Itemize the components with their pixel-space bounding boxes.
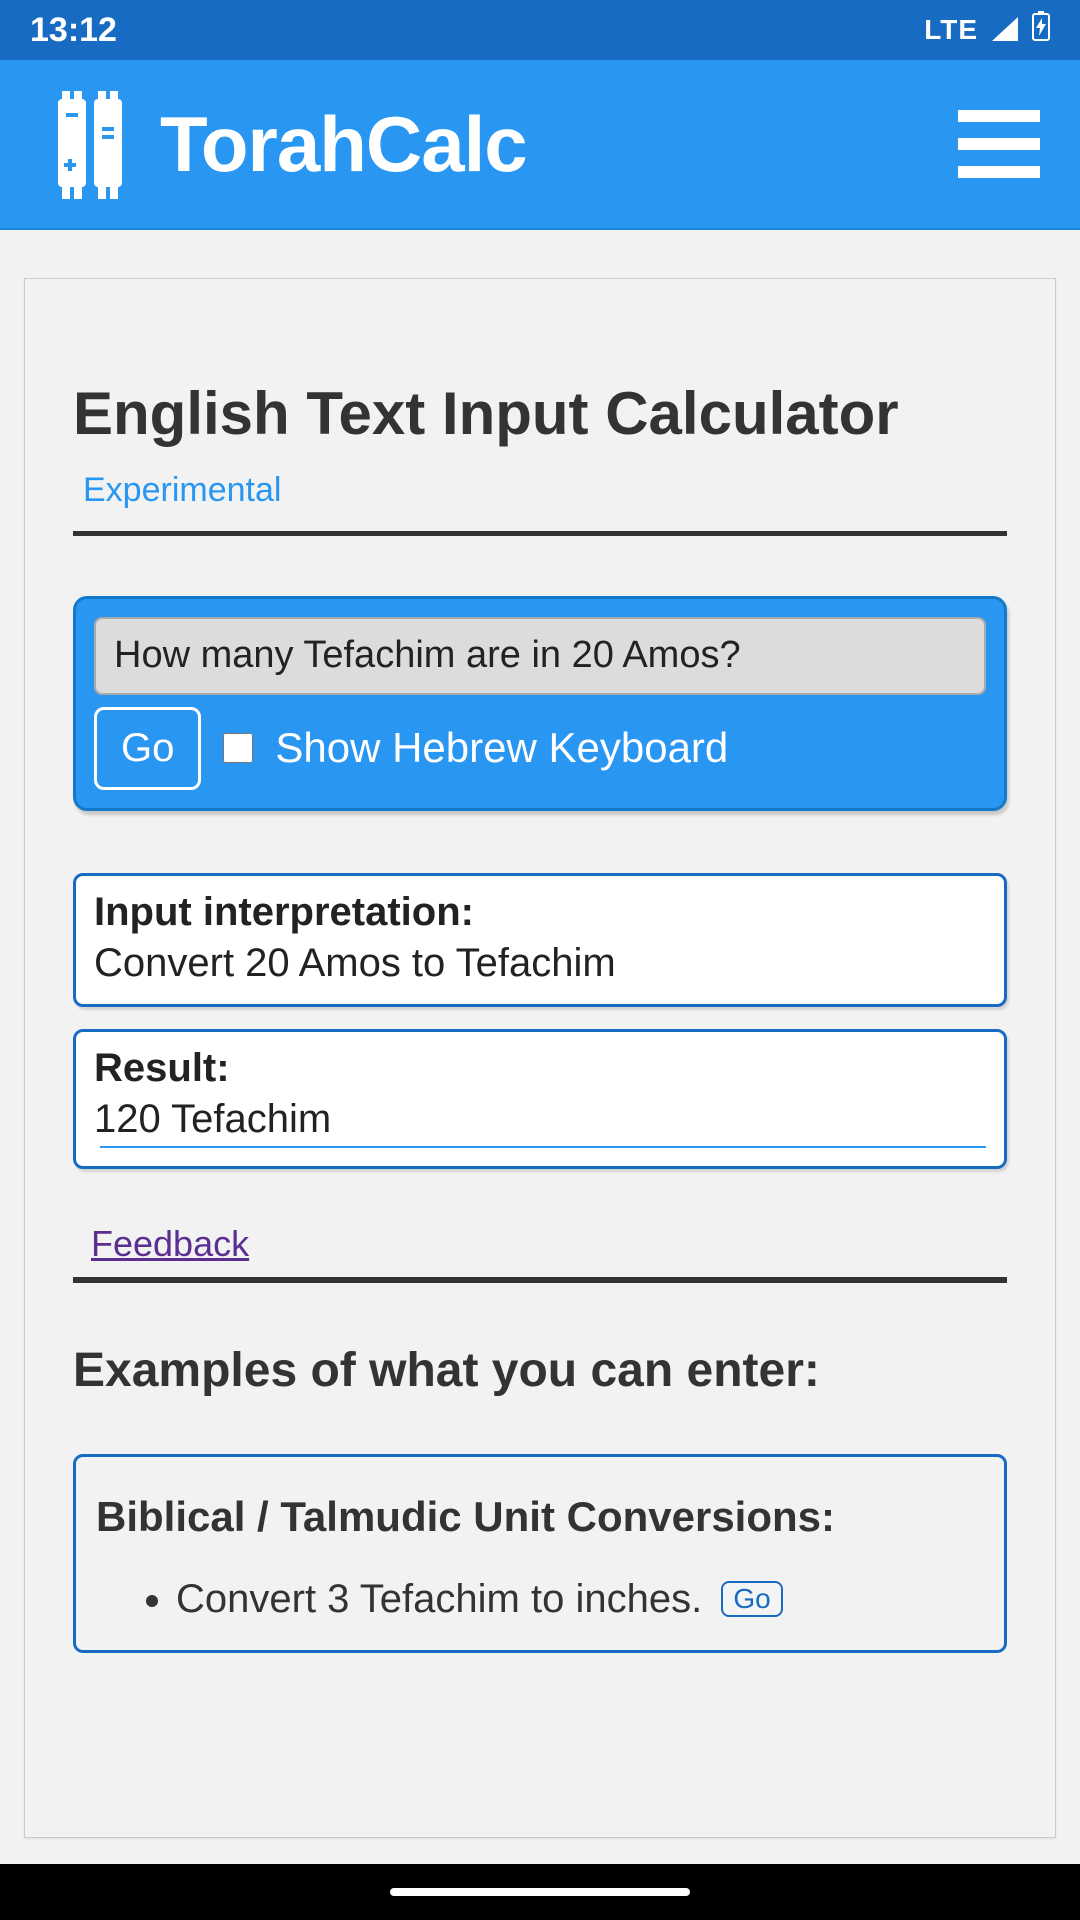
result-label: Result:: [94, 1046, 986, 1091]
result-underline: [100, 1146, 986, 1148]
main-card: English Text Input Calculator Experiment…: [24, 278, 1056, 1838]
app-logo-icon: [50, 87, 130, 202]
android-nav-bar: [0, 1864, 1080, 1920]
nav-handle-icon[interactable]: [390, 1888, 690, 1896]
result-box: Result: 120 Tefachim: [73, 1029, 1007, 1169]
status-right: LTE: [924, 11, 1050, 50]
interpretation-label: Input interpretation:: [94, 890, 986, 935]
go-button[interactable]: Go: [94, 707, 201, 790]
brand[interactable]: TorahCalc: [50, 87, 527, 202]
feedback-link[interactable]: Feedback: [91, 1223, 249, 1265]
network-label: LTE: [924, 14, 978, 46]
result-value: 120 Tefachim: [94, 1097, 986, 1142]
page-title: English Text Input Calculator Experiment…: [73, 379, 1007, 521]
app-header: TorahCalc: [0, 60, 1080, 230]
example-go-button[interactable]: Go: [721, 1581, 782, 1617]
interpretation-box: Input interpretation: Convert 20 Amos to…: [73, 873, 1007, 1007]
examples-group-title: Biblical / Talmudic Unit Conversions:: [96, 1493, 984, 1541]
query-panel: Go Show Hebrew Keyboard: [73, 596, 1007, 811]
menu-icon[interactable]: [958, 110, 1040, 178]
example-text: Convert 3 Tefachim to inches.: [176, 1577, 702, 1621]
show-hebrew-keyboard-checkbox[interactable]: [223, 733, 253, 763]
show-hebrew-keyboard-label: Show Hebrew Keyboard: [275, 724, 728, 772]
signal-icon: [992, 11, 1018, 50]
experimental-badge: Experimental: [83, 471, 281, 509]
title-divider: [73, 531, 1007, 536]
example-item: Convert 3 Tefachim to inches. Go: [176, 1577, 984, 1622]
battery-charging-icon: [1032, 11, 1050, 50]
examples-heading: Examples of what you can enter:: [73, 1343, 1007, 1398]
status-time: 13:12: [30, 11, 117, 50]
page-title-text: English Text Input Calculator: [73, 380, 899, 447]
interpretation-value: Convert 20 Amos to Tefachim: [94, 941, 986, 986]
feedback-divider: [73, 1277, 1007, 1283]
android-status-bar: 13:12 LTE: [0, 0, 1080, 60]
query-input[interactable]: [94, 617, 986, 695]
page: English Text Input Calculator Experiment…: [0, 230, 1080, 1886]
examples-box: Biblical / Talmudic Unit Conversions: Co…: [73, 1454, 1007, 1653]
brand-title: TorahCalc: [160, 99, 527, 190]
